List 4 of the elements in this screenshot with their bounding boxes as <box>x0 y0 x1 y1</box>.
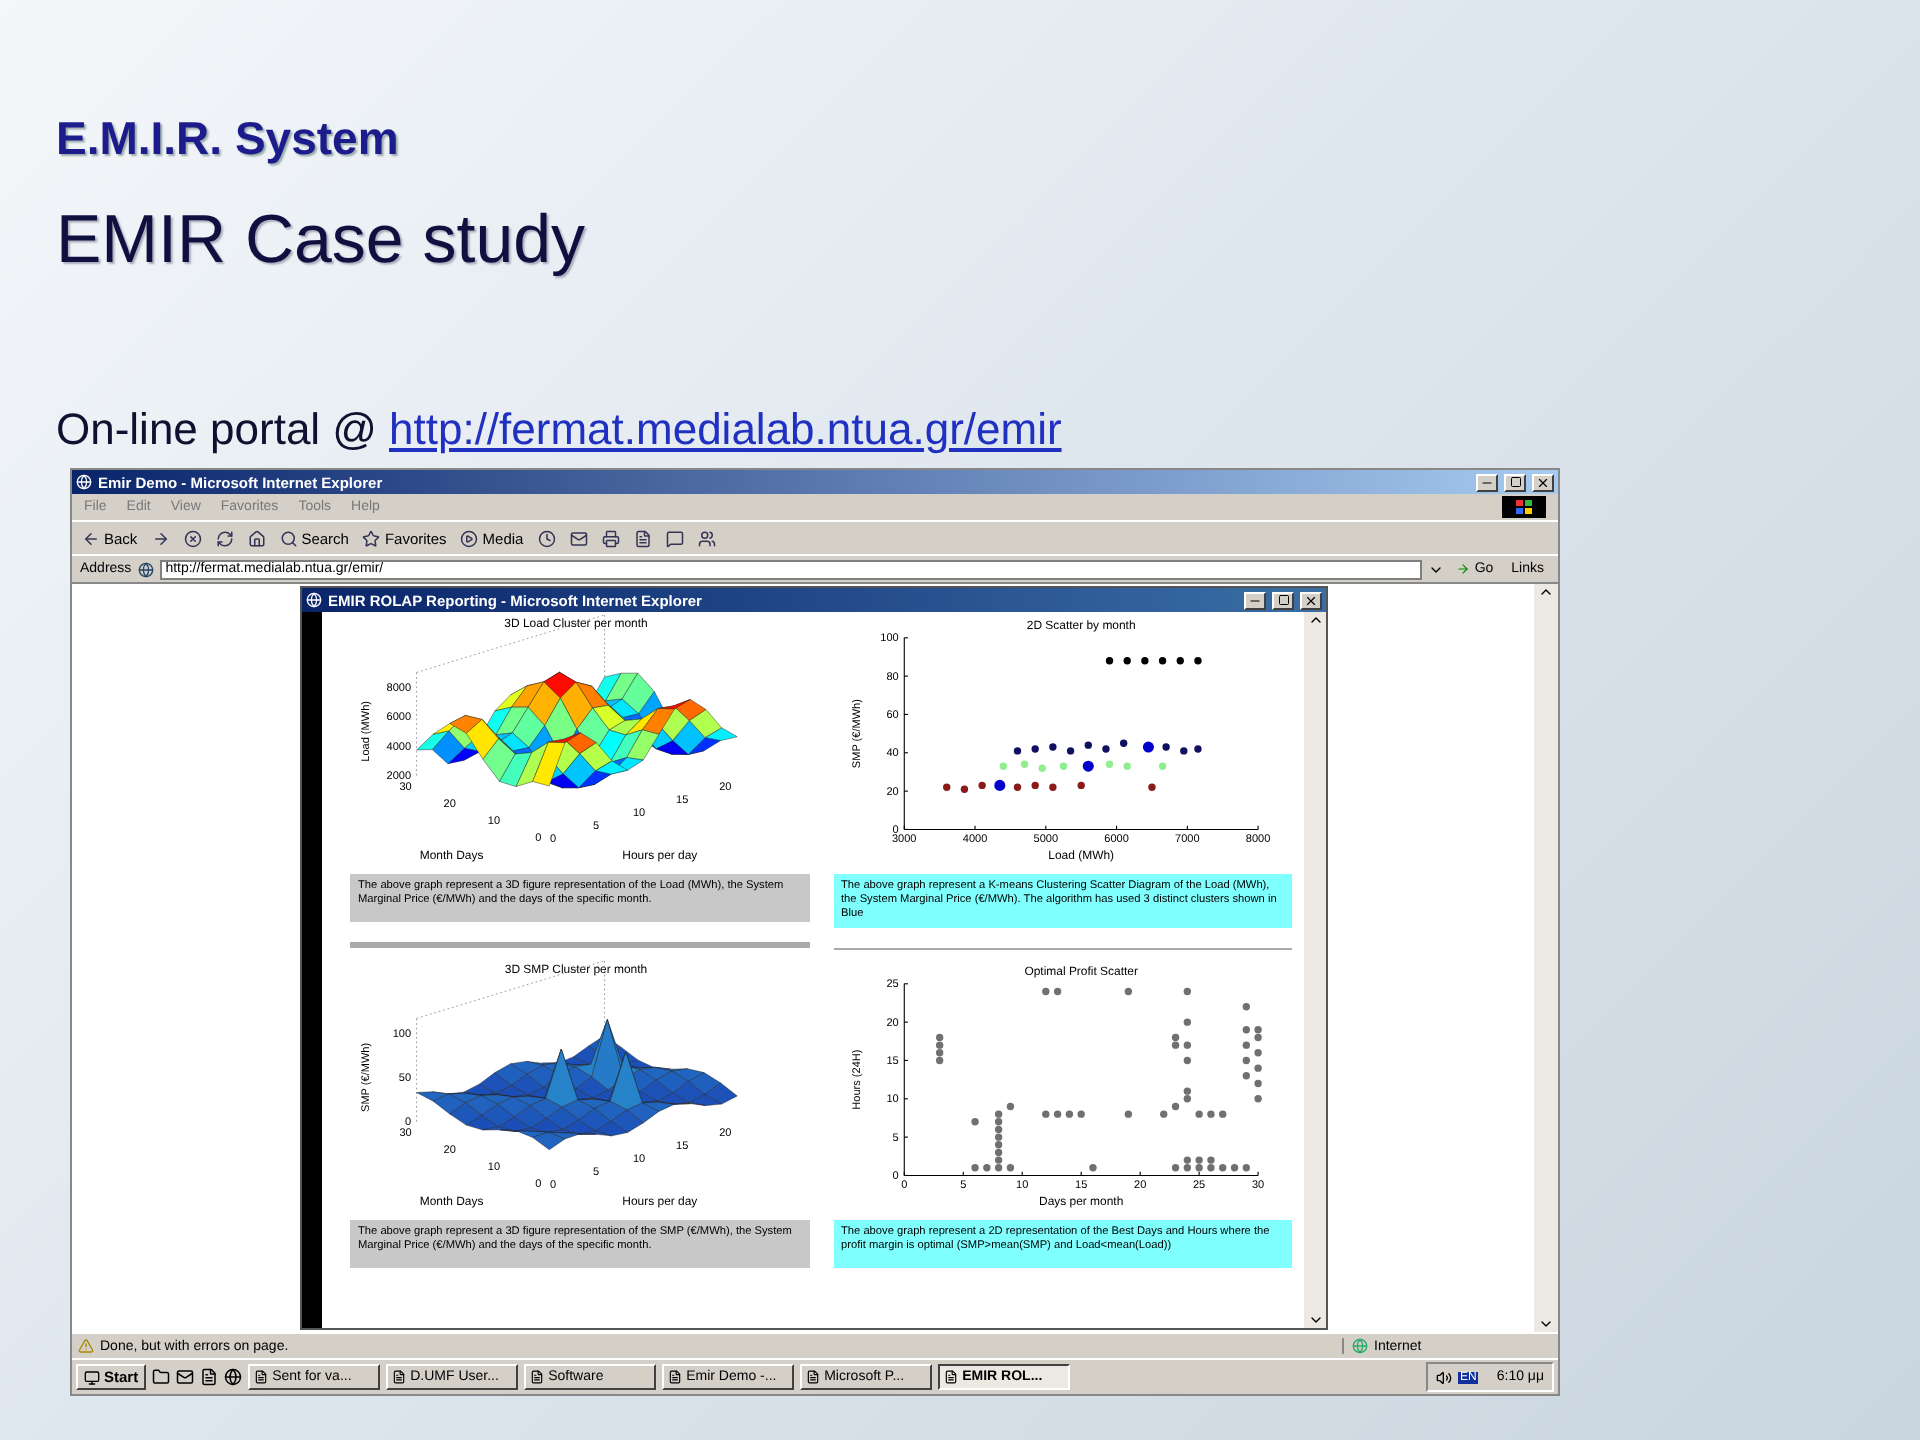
portal-label: On-line portal @ <box>56 404 378 456</box>
slide-subtitle: E.M.I.R. System <box>56 112 401 166</box>
slide-title: EMIR Case study <box>56 202 588 280</box>
portal-link[interactable]: http://fermat.medialab.ntua.gr/emir <box>389 404 1062 456</box>
